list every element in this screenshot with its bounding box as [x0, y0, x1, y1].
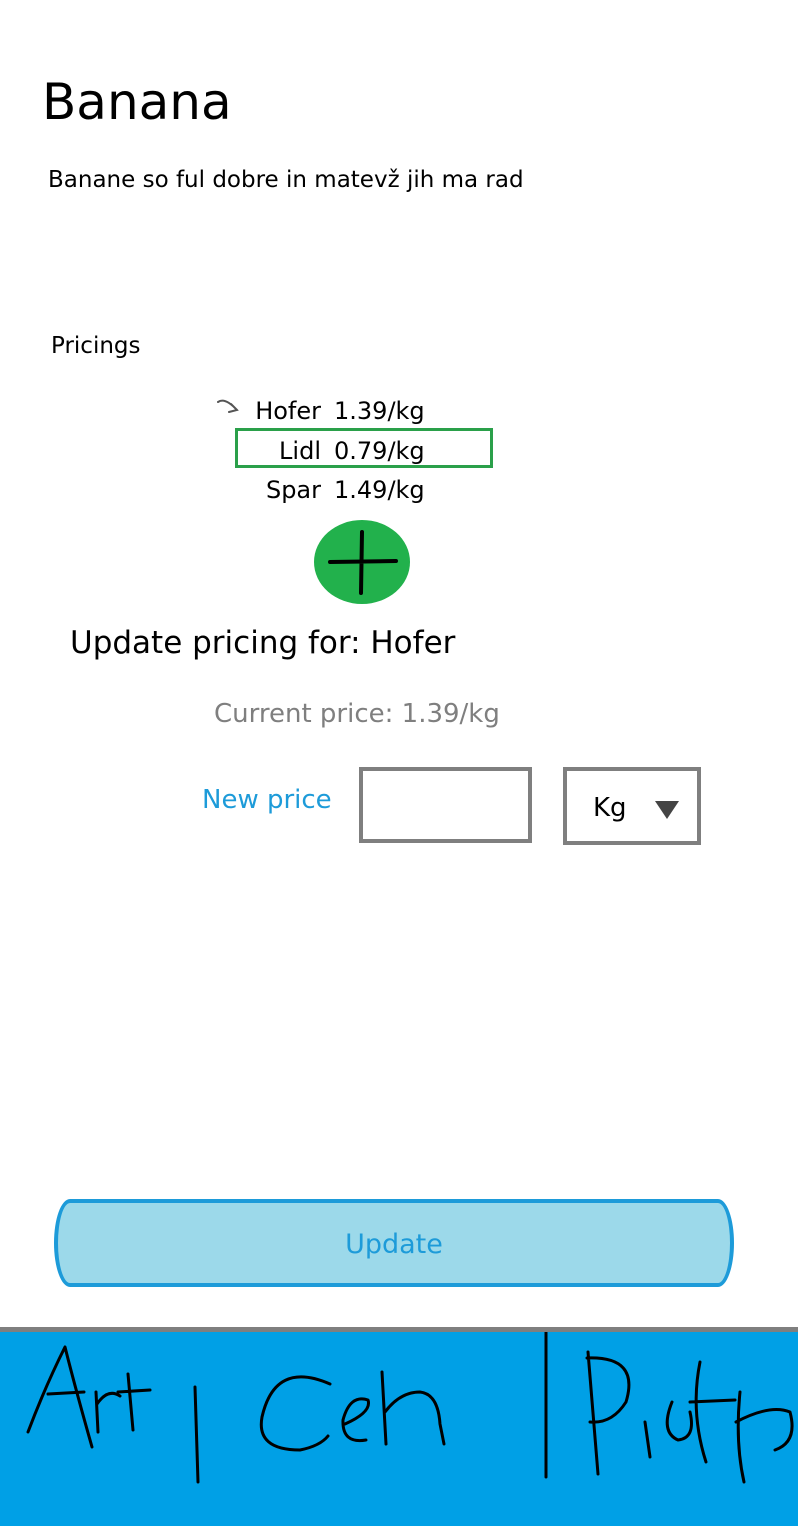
- update-button[interactable]: Update: [54, 1199, 734, 1287]
- page-title: Banana: [42, 73, 232, 131]
- store-price: 1.49/kg: [334, 476, 425, 504]
- nav-handwriting: [26, 1332, 794, 1484]
- pricings-heading: Pricings: [51, 333, 141, 359]
- store-name: Hofer: [255, 397, 321, 425]
- update-pricing-heading: Update pricing for: Hofer: [70, 625, 456, 661]
- product-description: Banane so ful dobre in matevž jih ma rad: [48, 167, 524, 193]
- pricing-row-hofer[interactable]: Hofer 1.39/kg: [211, 392, 501, 430]
- pricing-row-spar[interactable]: Spar 1.49/kg: [211, 471, 501, 509]
- store-price: 1.39/kg: [334, 397, 425, 425]
- new-price-label: New price: [202, 785, 332, 815]
- pricing-row-lidl[interactable]: Lidl 0.79/kg: [211, 432, 501, 470]
- store-name: Lidl: [279, 437, 321, 465]
- new-price-input[interactable]: [359, 767, 532, 843]
- bottom-navigation: [0, 1327, 798, 1526]
- unit-dropdown[interactable]: Kg: [563, 767, 701, 845]
- unit-selected-value: Kg: [593, 793, 627, 823]
- dropdown-arrow-icon: [655, 801, 679, 819]
- add-pricing-button[interactable]: [314, 520, 410, 604]
- update-button-label: Update: [345, 1229, 443, 1260]
- current-price-text: Current price: 1.39/kg: [214, 699, 500, 729]
- store-price: 0.79/kg: [334, 437, 425, 465]
- store-name: Spar: [265, 476, 321, 504]
- plus-icon: [328, 530, 398, 595]
